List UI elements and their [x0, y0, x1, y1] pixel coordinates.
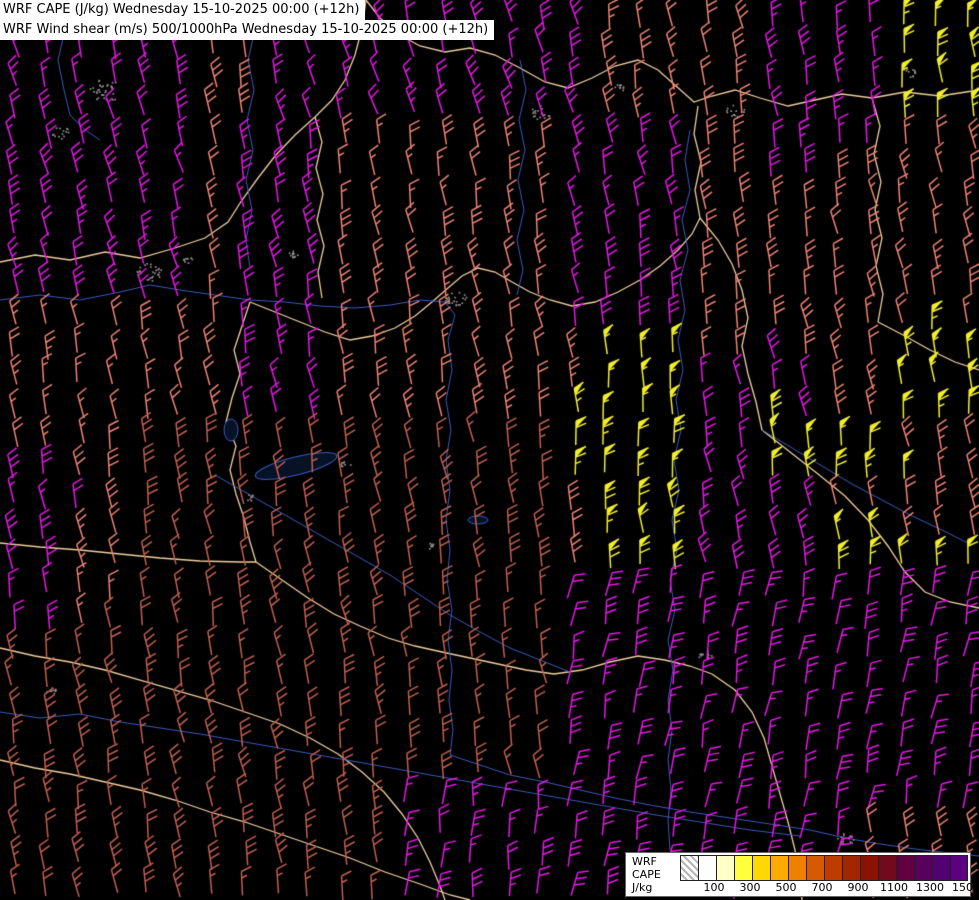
legend-swatch — [878, 855, 896, 881]
weather-map: WRF CAPE (J/kg) Wednesday 15-10-2025 00:… — [0, 0, 979, 900]
legend-tick: 1300 — [916, 881, 944, 894]
legend-swatch — [824, 855, 842, 881]
cape-legend: WRF CAPE J/kg 100 300 500 700 900 1100 1300 150… — [625, 852, 979, 897]
legend-swatch — [950, 855, 968, 881]
legend-colorbar — [680, 855, 968, 881]
legend-swatch — [680, 855, 698, 881]
legend-swatch — [860, 855, 878, 881]
legend-swatch — [896, 855, 914, 881]
map-titles: WRF CAPE (J/kg) Wednesday 15-10-2025 00:… — [0, 0, 495, 40]
legend-scale: 100 300 500 700 900 1100 1300 1500 — [680, 853, 979, 896]
legend-swatch — [788, 855, 806, 881]
legend-param-label: CAPE — [632, 868, 661, 881]
legend-swatch — [842, 855, 860, 881]
legend-swatch — [806, 855, 824, 881]
legend-model-label: WRF — [632, 855, 657, 868]
legend-swatch — [770, 855, 788, 881]
legend-title: WRF CAPE J/kg — [626, 853, 680, 896]
title-wind-shear: WRF Wind shear (m/s) 500/1000hPa Wednesd… — [0, 20, 495, 40]
map-canvas — [0, 0, 979, 900]
legend-tick: 100 — [703, 881, 725, 894]
legend-swatch — [734, 855, 752, 881]
legend-tick: 1500 — [952, 881, 979, 894]
legend-unit-label: J/kg — [632, 881, 653, 894]
legend-tick: 1100 — [880, 881, 908, 894]
title-cape: WRF CAPE (J/kg) Wednesday 15-10-2025 00:… — [0, 0, 366, 20]
legend-swatch — [932, 855, 950, 881]
legend-swatch — [752, 855, 770, 881]
legend-swatch — [698, 855, 716, 881]
legend-tick: 700 — [811, 881, 833, 894]
legend-swatch — [914, 855, 932, 881]
legend-tick-labels: 100 300 500 700 900 1100 1300 1500 — [680, 881, 979, 896]
legend-swatch — [716, 855, 734, 881]
legend-tick: 500 — [775, 881, 797, 894]
legend-tick: 300 — [739, 881, 761, 894]
legend-tick: 900 — [847, 881, 869, 894]
